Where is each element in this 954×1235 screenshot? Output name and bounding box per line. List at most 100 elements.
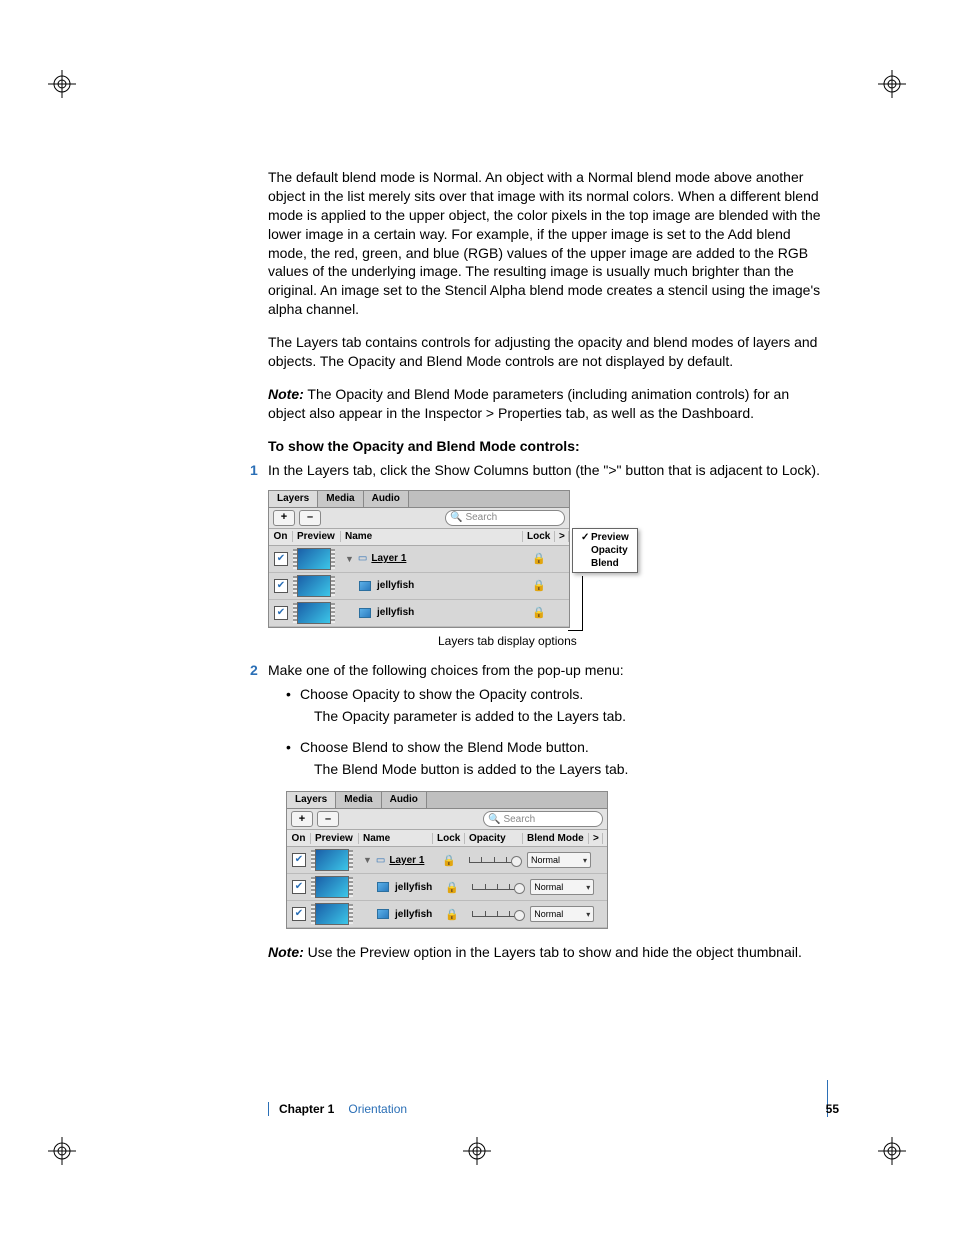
- header-on: On: [269, 531, 293, 542]
- header-name: Name: [341, 531, 523, 542]
- note-paragraph: Note: Use the Preview option in the Laye…: [268, 943, 828, 962]
- thumbnail: [297, 602, 331, 624]
- tab-audio[interactable]: Audio: [364, 491, 409, 507]
- header-preview: Preview: [311, 833, 359, 844]
- layer-row[interactable]: ✔ ▼▭Layer 1 🔒: [269, 546, 569, 573]
- layer-row[interactable]: ✔ jellyfish 🔒 Normal▾: [287, 874, 607, 901]
- tab-layers[interactable]: Layers: [269, 491, 318, 507]
- layers-panel-expanded: Layers Media Audio + – 🔍 Search On Previ…: [286, 791, 608, 929]
- show-columns-button[interactable]: >: [589, 833, 603, 844]
- step-text: In the Layers tab, click the Show Column…: [268, 462, 820, 478]
- blend-mode-dropdown[interactable]: Normal▾: [530, 906, 594, 922]
- bullet-item: Choose Opacity to show the Opacity contr…: [286, 684, 828, 727]
- registration-mark-icon: [48, 70, 76, 98]
- add-button[interactable]: +: [291, 811, 313, 827]
- body-paragraph: The default blend mode is Normal. An obj…: [268, 168, 828, 319]
- search-input[interactable]: 🔍 Search: [445, 510, 565, 526]
- lock-icon[interactable]: 🔒: [532, 553, 546, 565]
- registration-mark-icon: [878, 1137, 906, 1165]
- remove-button[interactable]: –: [299, 510, 321, 526]
- popup-item[interactable]: ✓Preview: [577, 531, 633, 544]
- tab-audio[interactable]: Audio: [382, 792, 427, 808]
- row-name: Layer 1: [389, 855, 424, 866]
- opacity-slider[interactable]: [469, 857, 519, 863]
- disclosure-triangle-icon[interactable]: ▼: [363, 855, 372, 865]
- lock-icon[interactable]: 🔒: [445, 882, 459, 894]
- layer-row[interactable]: ✔ jellyfish 🔒: [269, 573, 569, 600]
- row-name: jellyfish: [377, 607, 414, 618]
- layers-panel: Layers Media Audio + – 🔍 Search On Previ…: [268, 490, 570, 628]
- row-name: jellyfish: [377, 580, 414, 591]
- procedure-heading: To show the Opacity and Blend Mode contr…: [268, 437, 828, 456]
- tab-media[interactable]: Media: [336, 792, 381, 808]
- columns-popup: ✓PreviewOpacityBlend: [572, 528, 638, 573]
- chapter-title: Orientation: [348, 1102, 407, 1116]
- visibility-checkbox[interactable]: ✔: [292, 853, 306, 867]
- header-name: Name: [359, 833, 433, 844]
- step-1: 1 In the Layers tab, click the Show Colu…: [268, 460, 828, 480]
- layer-row[interactable]: ✔ jellyfish 🔒 Normal▾: [287, 901, 607, 928]
- figure-layers-expanded: Layers Media Audio + – 🔍 Search On Previ…: [268, 791, 828, 929]
- header-opacity: Opacity: [465, 833, 523, 844]
- note-label: Note:: [268, 944, 304, 960]
- layer-row[interactable]: ✔ jellyfish 🔒: [269, 600, 569, 627]
- thumbnail: [315, 849, 349, 871]
- registration-mark-icon: [48, 1137, 76, 1165]
- remove-button[interactable]: –: [317, 811, 339, 827]
- visibility-checkbox[interactable]: ✔: [292, 880, 306, 894]
- step-2: 2 Make one of the following choices from…: [268, 660, 828, 680]
- note-paragraph: Note: The Opacity and Blend Mode paramet…: [268, 385, 828, 423]
- header-lock: Lock: [433, 833, 465, 844]
- figure-layers-popup: Layers Media Audio + – 🔍 Search On Previ…: [268, 490, 828, 640]
- search-placeholder: Search: [465, 512, 497, 523]
- blend-mode-dropdown[interactable]: Normal▾: [527, 852, 591, 868]
- popup-item[interactable]: Opacity: [577, 544, 633, 557]
- search-icon: 🔍: [488, 814, 500, 825]
- note-label: Note:: [268, 386, 304, 402]
- opacity-slider[interactable]: [472, 911, 522, 917]
- search-placeholder: Search: [503, 814, 535, 825]
- layer-group-icon: ▭: [376, 855, 385, 866]
- visibility-checkbox[interactable]: ✔: [274, 552, 288, 566]
- thumbnail: [315, 876, 349, 898]
- header-on: On: [287, 833, 311, 844]
- step-text: Make one of the following choices from t…: [268, 662, 624, 678]
- thumbnail: [297, 548, 331, 570]
- header-lock: Lock: [523, 531, 555, 542]
- search-input[interactable]: 🔍 Search: [483, 811, 603, 827]
- lock-icon[interactable]: 🔒: [445, 909, 459, 921]
- clip-icon: [377, 882, 389, 892]
- visibility-checkbox[interactable]: ✔: [274, 606, 288, 620]
- bullet-subtext: The Blend Mode button is added to the La…: [314, 759, 828, 779]
- thumbnail: [297, 575, 331, 597]
- lock-icon[interactable]: 🔒: [532, 580, 546, 592]
- clip-icon: [359, 581, 371, 591]
- page-footer: Chapter 1 Orientation 55: [268, 1102, 839, 1116]
- tab-layers[interactable]: Layers: [287, 792, 336, 808]
- blend-mode-dropdown[interactable]: Normal▾: [530, 879, 594, 895]
- disclosure-triangle-icon[interactable]: ▼: [345, 554, 354, 564]
- clip-icon: [359, 608, 371, 618]
- body-paragraph: The Layers tab contains controls for adj…: [268, 333, 828, 371]
- registration-mark-icon: [878, 70, 906, 98]
- check-icon: ✓: [581, 532, 591, 543]
- lock-icon[interactable]: 🔒: [442, 855, 456, 867]
- visibility-checkbox[interactable]: ✔: [274, 579, 288, 593]
- header-blend: Blend Mode: [523, 833, 589, 844]
- opacity-slider[interactable]: [472, 884, 522, 890]
- layer-group-icon: ▭: [358, 553, 367, 564]
- search-icon: 🔍: [450, 512, 462, 523]
- visibility-checkbox[interactable]: ✔: [292, 907, 306, 921]
- show-columns-button[interactable]: >: [555, 531, 569, 542]
- add-button[interactable]: +: [273, 510, 295, 526]
- layer-row[interactable]: ✔ ▼ ▭ Layer 1 🔒 Normal▾: [287, 847, 607, 874]
- bullet-subtext: The Opacity parameter is added to the La…: [314, 706, 828, 726]
- popup-item[interactable]: Blend: [577, 557, 633, 570]
- lock-icon[interactable]: 🔒: [532, 607, 546, 619]
- bullet-item: Choose Blend to show the Blend Mode butt…: [286, 737, 828, 780]
- page-number: 55: [826, 1102, 839, 1116]
- clip-icon: [377, 909, 389, 919]
- thumbnail: [315, 903, 349, 925]
- tab-media[interactable]: Media: [318, 491, 363, 507]
- row-name: jellyfish: [395, 909, 432, 920]
